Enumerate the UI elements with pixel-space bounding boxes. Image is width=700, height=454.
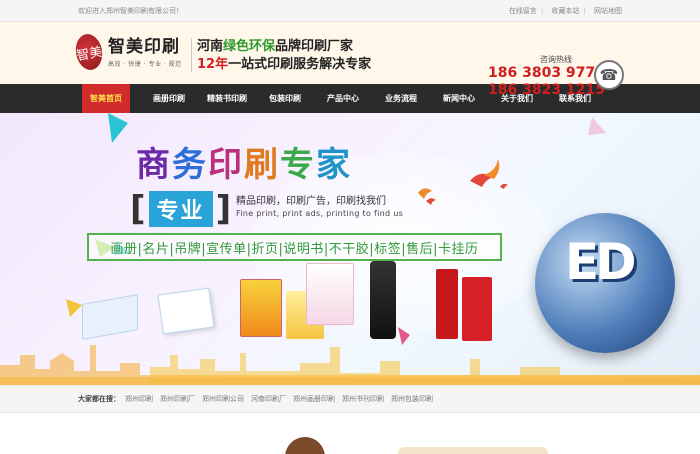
professional-badge: [ 专业 ] (130, 189, 231, 229)
hotline-title: 咨询热线 (540, 55, 572, 64)
nav-item-home[interactable]: 智美首页 (82, 84, 130, 113)
folder-product-image (306, 263, 354, 325)
hot-keyword-link[interactable]: 郑州印刷公司 (202, 394, 244, 404)
decorative-shape (285, 437, 325, 454)
nav-item-hardcover-printing[interactable]: 精装书印刷 (198, 84, 256, 113)
tagline-service: 一站式印刷服务解决专家 (228, 57, 372, 72)
hot-keyword-link[interactable]: 郑州包装印刷 (391, 394, 433, 404)
hero-banner[interactable]: 商务印刷专家 [ 专业 ] 精品印刷，印刷广告，印刷找我们 Fine print… (0, 113, 700, 385)
tagline-suffix: 品牌印刷厂家 (275, 39, 354, 54)
site-header: 智美 智美印刷 高效 · 快捷 · 专业 · 规范 河南绿色环保品牌印刷厂家 1… (0, 22, 700, 98)
telephone-icon: ☎ (594, 60, 624, 90)
logo-slogan: 高效 · 快捷 · 专业 · 规范 (108, 60, 182, 68)
tagline-years: 12年 (197, 57, 229, 72)
header-divider (191, 38, 192, 72)
title-char: 专 (280, 145, 316, 185)
decorative-shape (398, 447, 548, 454)
banner-slogan-en: Fine print, print ads, printing to find … (236, 209, 404, 218)
nav-item-products[interactable]: 产品中心 (314, 84, 372, 113)
hot-search-bar: 大家都在搜： 郑州印刷 郑州印刷厂 郑州印刷公司 河南印刷厂 郑州画册印刷 郑州… (0, 385, 700, 413)
link-sitemap[interactable]: 网站地图 (594, 7, 622, 15)
banner-slogan-cn: 精品印刷，印刷广告，印刷找我们 (236, 196, 386, 207)
nav-item-album-printing[interactable]: 画册印刷 (140, 84, 198, 113)
nav-item-process[interactable]: 业务流程 (372, 84, 430, 113)
site-logo[interactable]: 智美 智美印刷 高效 · 快捷 · 专业 · 规范 (73, 32, 182, 72)
title-char: 家 (316, 145, 352, 185)
city-skyline-icon (0, 345, 700, 385)
nav-item-packaging-printing[interactable]: 包装印刷 (256, 84, 314, 113)
banner-title: 商务印刷专家 (136, 137, 352, 186)
hot-keyword-link[interactable]: 郑州画册印刷 (293, 394, 335, 404)
link-separator: | (540, 6, 544, 15)
hot-search-label: 大家都在搜： (78, 395, 120, 403)
bracket-right: ] (215, 189, 232, 229)
tagline-green: 绿色环保 (223, 39, 276, 54)
services-list: 画册|名片|吊牌|宣传单|折页|说明书|不干胶|标签|售后|卡挂历 (87, 233, 502, 261)
link-message[interactable]: 在线留言 (509, 7, 537, 15)
link-bookmark[interactable]: 收藏本站 (551, 7, 579, 15)
link-separator: | (583, 6, 586, 15)
ed-emblem-text: ED (565, 233, 637, 291)
title-char: 商 (136, 145, 172, 185)
top-bar: 欢迎进入郑州智美印刷有限公司！ 在线留言 | 收藏本站 | 网站地图 (0, 0, 700, 22)
welcome-text: 欢迎进入郑州智美印刷有限公司！ (78, 6, 183, 15)
header-tagline: 河南绿色环保品牌印刷厂家 12年一站式印刷服务解决专家 (197, 38, 371, 74)
hotline-phones: 186 3803 9772 186 3823 1215 (488, 65, 605, 99)
phone-number: 186 3803 9772 (488, 65, 605, 81)
hot-keyword-link[interactable]: 郑州书刊印刷 (342, 394, 384, 404)
title-char: 刷 (244, 145, 280, 185)
content-section-preview (0, 413, 700, 454)
nav-item-news[interactable]: 新闻中心 (430, 84, 488, 113)
hot-keyword-link[interactable]: 郑州印刷厂 (160, 394, 195, 404)
bracket-left: [ (130, 189, 146, 229)
title-char: 印 (208, 145, 244, 185)
tagline-prefix: 河南 (197, 39, 224, 54)
hot-keyword-link[interactable]: 郑州印刷 (125, 394, 153, 404)
logo-name: 智美印刷 (108, 36, 180, 57)
badge-text: 专业 (148, 191, 213, 227)
top-links: 在线留言 | 收藏本站 | 网站地图 (505, 6, 622, 16)
logo-seal-icon: 智美 (73, 32, 105, 72)
title-char: 务 (172, 145, 208, 185)
hot-keyword-link[interactable]: 河南印刷厂 (251, 394, 286, 404)
phone-number: 186 3823 1215 (488, 82, 605, 98)
